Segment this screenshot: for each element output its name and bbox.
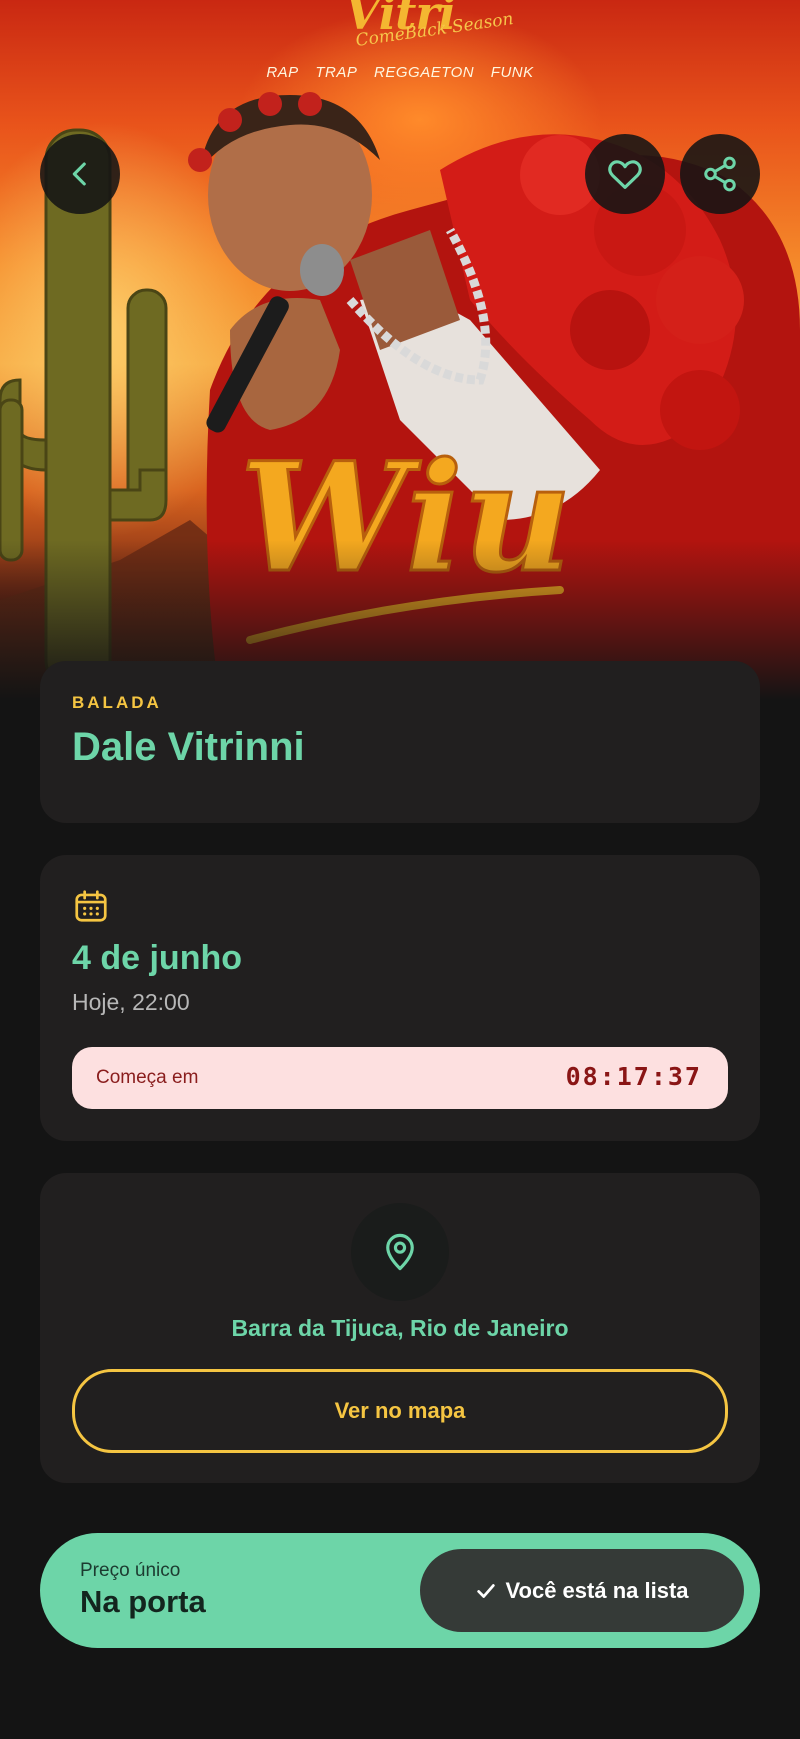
ticket-bar: Preço único Na porta Você está na lista bbox=[40, 1533, 760, 1648]
calendar-icon bbox=[75, 890, 107, 922]
event-name: Dale Vitrinni bbox=[72, 725, 305, 769]
guest-list-status-button[interactable]: Você está na lista bbox=[420, 1549, 744, 1632]
countdown-banner: Começa em 08:17:37 bbox=[72, 1047, 728, 1109]
event-location: Barra da Tijuca, Rio de Janeiro bbox=[231, 1315, 569, 1341]
back-button[interactable] bbox=[40, 134, 120, 214]
event-date-card: 4 de junho Hoje, 22:00 Começa em 08:17:3… bbox=[40, 855, 760, 1141]
event-location-card: Barra da Tijuca, Rio de Janeiro Ver no m… bbox=[40, 1173, 760, 1483]
event-category: BALADA bbox=[72, 693, 162, 712]
event-date: 4 de junho bbox=[72, 939, 242, 977]
countdown-label: Começa em bbox=[96, 1067, 199, 1088]
share-button[interactable] bbox=[680, 134, 760, 214]
location-icon-badge bbox=[351, 1203, 449, 1301]
event-poster: Vitri ComeBack Season RAP TRAP REGGAETON… bbox=[0, 0, 800, 700]
event-time: Hoje, 22:00 bbox=[72, 989, 190, 1015]
view-map-button[interactable]: Ver no mapa bbox=[72, 1369, 728, 1453]
guest-list-status-label: Você está na lista bbox=[505, 1577, 689, 1603]
heart-icon bbox=[608, 160, 642, 189]
share-icon bbox=[704, 156, 736, 192]
price-label: Preço único bbox=[80, 1560, 181, 1581]
event-title-card: BALADA Dale Vitrinni bbox=[40, 661, 760, 823]
price-value: Na porta bbox=[80, 1584, 206, 1619]
check-icon bbox=[477, 1583, 496, 1598]
countdown-timer: 08:17:37 bbox=[565, 1062, 702, 1091]
chevron-left-icon bbox=[72, 162, 86, 186]
favorite-button[interactable] bbox=[585, 134, 665, 214]
map-pin-icon bbox=[386, 1233, 414, 1271]
